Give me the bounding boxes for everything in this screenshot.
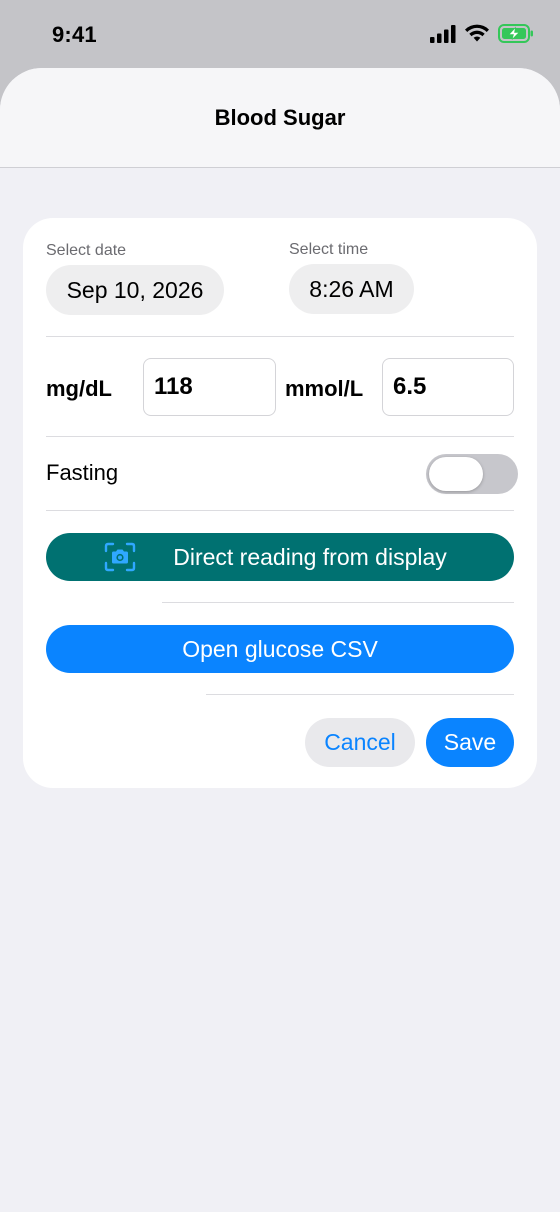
open-csv-label: Open glucose CSV bbox=[182, 635, 378, 662]
date-value: Sep 10, 2026 bbox=[66, 276, 204, 303]
blood-sugar-form-card: Select date Sep 10, 2026 Select time 8:2… bbox=[23, 218, 537, 788]
open-csv-button[interactable]: Open glucose CSV bbox=[46, 625, 514, 673]
time-picker[interactable]: 8:26 AM bbox=[289, 264, 414, 314]
mmol-label: mmol/L bbox=[285, 376, 364, 401]
divider bbox=[46, 436, 514, 437]
date-label: Select date bbox=[46, 242, 127, 259]
time-label: Select time bbox=[289, 241, 369, 258]
cancel-label: Cancel bbox=[324, 729, 396, 755]
battery-charging-icon bbox=[498, 24, 534, 48]
mgdl-input[interactable]: 118 bbox=[143, 358, 276, 416]
status-time: 9:41 bbox=[52, 22, 97, 47]
cellular-signal-icon bbox=[430, 24, 456, 48]
status-bar: 9:41 bbox=[0, 0, 560, 68]
divider bbox=[162, 602, 514, 603]
fasting-label: Fasting bbox=[46, 460, 119, 485]
divider bbox=[206, 694, 514, 695]
mmol-input[interactable]: 6.5 bbox=[382, 358, 514, 416]
sheet-title: Blood Sugar bbox=[214, 104, 346, 130]
divider bbox=[46, 510, 514, 511]
mmol-value: 6.5 bbox=[393, 373, 427, 400]
date-picker[interactable]: Sep 10, 2026 bbox=[46, 265, 224, 315]
wifi-icon bbox=[464, 24, 490, 48]
modal-sheet: Blood Sugar Select date Sep 10, 2026 Sel… bbox=[0, 68, 560, 1212]
save-button[interactable]: Save bbox=[426, 718, 514, 767]
direct-reading-button[interactable]: Direct reading from display bbox=[46, 533, 514, 581]
sheet-header: Blood Sugar bbox=[0, 68, 560, 168]
fasting-toggle[interactable] bbox=[426, 454, 518, 494]
camera-scan-icon bbox=[104, 542, 136, 578]
time-value: 8:26 AM bbox=[309, 275, 394, 302]
mgdl-label: mg/dL bbox=[46, 376, 112, 401]
divider bbox=[46, 336, 514, 337]
save-label: Save bbox=[443, 729, 497, 755]
toggle-knob bbox=[429, 457, 483, 491]
mgdl-value: 118 bbox=[154, 373, 193, 400]
direct-reading-label: Direct reading from display bbox=[173, 543, 447, 570]
status-icons bbox=[430, 24, 534, 48]
cancel-button[interactable]: Cancel bbox=[305, 718, 415, 767]
